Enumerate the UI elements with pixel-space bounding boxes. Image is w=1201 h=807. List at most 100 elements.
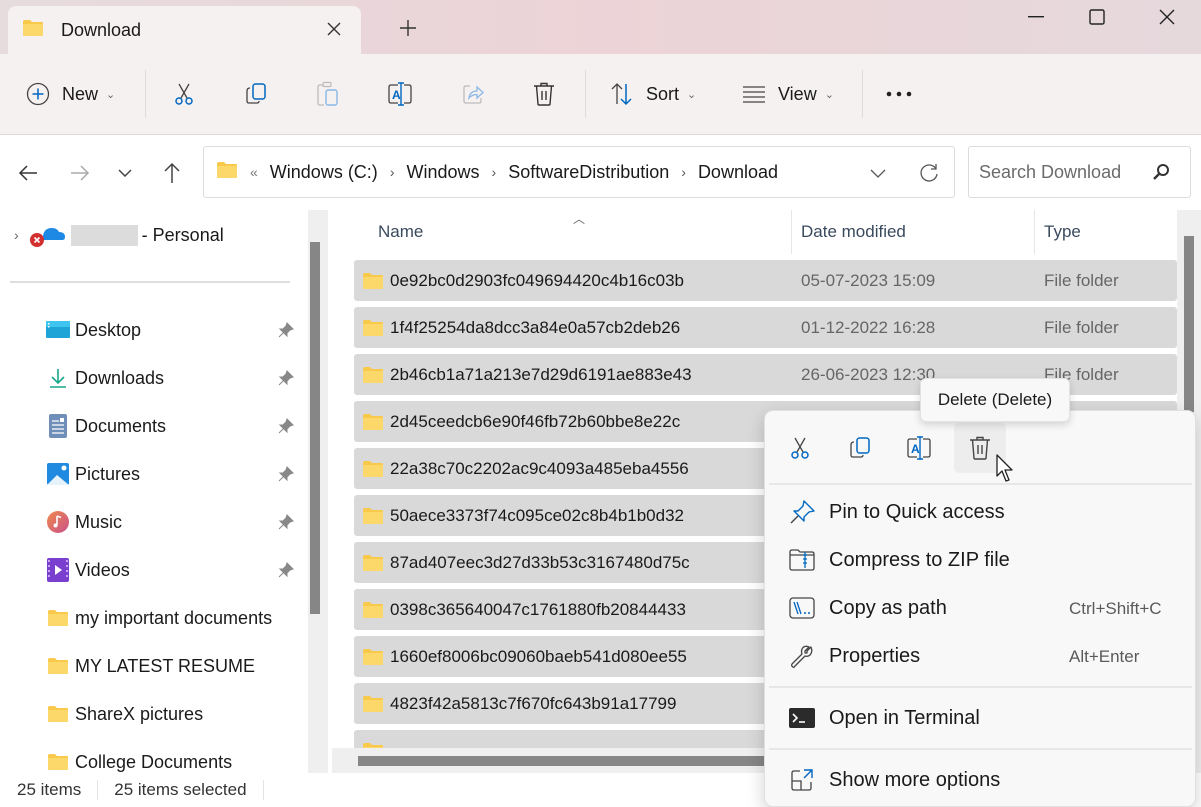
sidebar-item-college-documents[interactable]: College Documents [46,742,306,773]
new-tab-button[interactable] [394,14,422,42]
chevron-right-icon[interactable]: › [14,227,19,243]
menu-item-shortcut: Ctrl+Shift+C [1069,599,1162,618]
menu-divider [769,483,1192,485]
menu-item-copy-as-path[interactable]: Copy as path Ctrl+Shift+C [771,586,1189,630]
context-menu: A Pin to Quick access Compress to ZIP fi… [764,410,1196,807]
sidebar-item-my-latest-resume[interactable]: MY LATEST RESUME [46,646,306,686]
context-rename-button[interactable]: A [894,423,946,473]
address-history-button[interactable] [864,159,892,187]
breadcrumb-overflow[interactable]: « [250,164,258,180]
menu-item-show-more-options[interactable]: Show more options [771,758,1189,802]
maximize-button[interactable] [1067,0,1127,34]
rename-button[interactable]: A [387,74,415,114]
sidebar-item-my-important-documents[interactable]: my important documents [46,598,306,638]
menu-divider [769,748,1192,750]
sidebar-item-music[interactable]: Music [46,502,306,542]
paste-button[interactable] [316,74,340,114]
selection-count: 25 items selected [114,780,247,799]
pin-icon[interactable] [278,418,294,439]
cut-icon [791,437,809,459]
sidebar-item-documents[interactable]: Documents [46,406,306,446]
share-button[interactable] [461,74,485,114]
svg-text:A: A [392,88,401,102]
sort-button[interactable]: Sort ⌄ [610,74,696,114]
file-name: 50aece3373f74c095ce02c8b4b1b0d32 [390,506,684,525]
status-divider [97,780,99,800]
pin-icon[interactable] [278,514,294,535]
scrollbar-thumb[interactable] [310,242,320,614]
file-name: 0398c365640047c1761880fb20844433 [390,600,686,619]
folder-icon [362,695,384,718]
scrollbar-thumb[interactable] [1184,236,1194,412]
view-button[interactable]: View ⌄ [742,74,834,114]
toolbar-divider [585,70,586,118]
date-modified: 01-12-2022 16:28 [801,318,936,337]
breadcrumb-item[interactable]: Windows (C:) [270,162,378,183]
sort-ascending-icon: ︿ [573,212,586,226]
column-divider[interactable] [1034,210,1035,254]
back-button[interactable] [14,159,42,187]
sidebar-item-sharex-pictures[interactable]: ShareX pictures [46,694,306,734]
date-modified: 26-06-2023 12:30 [801,365,936,384]
sidebar-item-desktop[interactable]: Desktop [46,310,306,350]
item-count: 25 items [17,780,82,799]
context-cut-button[interactable] [774,423,826,473]
table-row[interactable]: 0e92bc0d2903fc049694420c4b16c03b 05-07-20… [354,260,1177,301]
sidebar-item-pictures[interactable]: Pictures [46,454,306,494]
menu-item-properties[interactable]: Properties Alt+Enter [771,634,1189,678]
pin-icon[interactable] [278,562,294,583]
copy-icon [246,83,266,104]
new-button[interactable]: New ⌄ [26,74,115,114]
sidebar-item-label: Pictures [75,463,141,484]
more-button[interactable] [886,74,912,114]
breadcrumb-item[interactable]: Windows [406,162,479,183]
file-name: 4823f42a5813c7f670fc643b91a17799 [390,694,677,713]
delete-button[interactable] [532,74,556,114]
chevron-right-icon[interactable]: › [492,164,497,180]
sidebar-item-label: Music [75,511,123,532]
delete-icon [970,436,990,460]
tab-title: Download [61,19,142,40]
chevron-right-icon[interactable]: › [390,164,395,180]
search-icon[interactable] [1152,163,1170,181]
menu-item-compress-to-zip[interactable]: Compress to ZIP file [771,538,1189,582]
chevron-right-icon[interactable]: › [681,164,686,180]
table-row[interactable]: 1f4f25254da8dcc3a84e0a57cb2deb26 01-12-20… [354,307,1177,348]
sidebar-scrollbar[interactable] [308,210,328,773]
breadcrumb-item[interactable]: SoftwareDistribution [508,162,669,183]
pin-icon[interactable] [278,322,294,343]
cut-button[interactable] [172,74,196,114]
column-divider[interactable] [791,210,792,254]
close-window-button[interactable] [1137,0,1197,34]
search-input[interactable] [979,161,1139,183]
address-bar[interactable]: « Windows (C:) › Windows › SoftwareDistr… [203,146,955,198]
menu-item-label: Copy as path [829,597,947,619]
breadcrumb-item[interactable]: Download [698,162,778,183]
sidebar-item-onedrive[interactable]: › - Personal [0,219,300,251]
recent-locations-button[interactable] [111,159,139,187]
folder-icon [216,161,238,184]
column-header-date[interactable]: Date modified [801,222,906,242]
pin-icon[interactable] [278,466,294,487]
delete-icon [534,82,554,106]
tab-download[interactable]: Download [8,6,361,54]
column-header-name[interactable]: Name [378,222,423,242]
context-copy-button[interactable] [834,423,886,473]
column-header-type[interactable]: Type [1044,222,1081,242]
sidebar-item-videos[interactable]: Videos [46,550,306,590]
menu-item-open-in-terminal[interactable]: Open in Terminal [771,696,1189,740]
sidebar-item-downloads[interactable]: Downloads [46,358,306,398]
refresh-button[interactable] [915,159,943,187]
forward-button[interactable] [66,159,94,187]
copy-icon [850,437,870,458]
minimize-button[interactable] [1006,0,1066,34]
copy-path-icon [789,596,815,620]
search-box[interactable] [968,146,1191,198]
copy-button[interactable] [244,74,268,114]
up-button[interactable] [158,159,186,187]
paste-icon [317,81,338,106]
menu-item-pin-to-quick-access[interactable]: Pin to Quick access [771,490,1189,534]
terminal-icon [789,706,815,730]
close-tab-button[interactable] [321,16,347,42]
pin-icon[interactable] [278,370,294,391]
